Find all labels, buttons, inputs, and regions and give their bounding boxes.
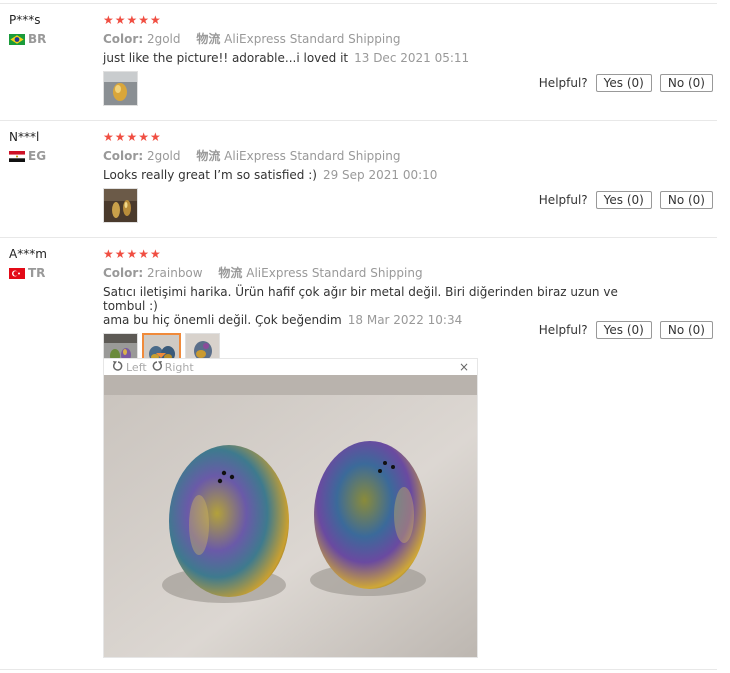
shipping-label: 物流	[218, 266, 243, 280]
helpful-label: Helpful?	[538, 76, 588, 90]
reviewer-name: N***l	[9, 130, 40, 144]
helpful-no-button[interactable]: No (0)	[659, 321, 713, 339]
review-date: 13 Dec 2021 05:11	[354, 51, 470, 65]
review-photo-large	[104, 375, 477, 657]
review-content: ★★★★★ Color: 2gold 物流 AliExpress Standar…	[103, 130, 663, 223]
helpful-controls: Helpful? Yes (0) No (0)	[539, 74, 713, 92]
helpful-controls: Helpful? Yes (0) No (0)	[539, 321, 713, 339]
rotate-right-button[interactable]: Right	[151, 360, 194, 375]
color-label: Color:	[103, 32, 144, 46]
helpful-label: Helpful?	[538, 193, 588, 207]
rotate-left-button[interactable]: Left	[112, 360, 147, 375]
country-code: EG	[28, 149, 47, 163]
review-body: just like the picture!! adorable...i lov…	[103, 51, 349, 65]
color-label: Color:	[103, 266, 144, 280]
review-item: N***l EG ★★★★★ Color: 2gold 物流 AliExpres…	[0, 130, 717, 235]
review-body: Looks really great I’m so satisfied :)	[103, 168, 317, 182]
country-code: BR	[28, 32, 47, 46]
top-divider	[0, 3, 717, 4]
review-text: just like the picture!! adorable...i lov…	[103, 51, 663, 65]
photo-viewer: Left Right ×	[103, 358, 478, 658]
color-value: 2gold	[146, 32, 181, 46]
brazil-flag-icon	[9, 33, 25, 45]
review-photo-thumbnail[interactable]	[103, 71, 138, 106]
helpful-label: Helpful?	[538, 323, 588, 337]
color-value: 2gold	[146, 149, 181, 163]
review-text: Looks really great I’m so satisfied :) 29…	[103, 168, 663, 182]
rating-stars: ★★★★★	[103, 247, 162, 261]
reviewer-name: A***m	[9, 247, 47, 261]
helpful-no-button[interactable]: No (0)	[659, 74, 713, 92]
shipping-value: AliExpress Standard Shipping	[224, 149, 401, 163]
review-item: P***s BR ★★★★★ Color: 2gold 物流 AliExpres…	[0, 13, 717, 118]
egypt-flag-icon	[9, 150, 25, 162]
rotate-right-icon	[151, 360, 163, 375]
bottom-divider	[0, 669, 717, 670]
reviewer-country: TR	[9, 266, 45, 280]
helpful-yes-button[interactable]: Yes (0)	[595, 74, 652, 92]
country-code: TR	[28, 266, 46, 280]
review-photo-thumbnail[interactable]	[103, 188, 138, 223]
color-label: Color:	[103, 149, 144, 163]
shipping-value: AliExpress Standard Shipping	[246, 266, 423, 280]
helpful-yes-button[interactable]: Yes (0)	[595, 191, 652, 209]
rotate-right-label: Right	[164, 360, 194, 374]
viewer-toolbar: Left Right	[104, 359, 477, 375]
close-icon[interactable]: ×	[459, 360, 469, 374]
review-content: ★★★★★ Color: 2gold 物流 AliExpress Standar…	[103, 13, 663, 106]
review-meta: Color: 2gold 物流 AliExpress Standard Ship…	[103, 30, 663, 47]
review-body-line-2: ama bu hiç önemli değil. Çok beğendim	[103, 313, 342, 327]
review-body-line-1: Satıcı iletişimi harika. Ürün hafif çok …	[103, 285, 618, 313]
review-date: 29 Sep 2021 00:10	[322, 168, 438, 182]
rotate-left-label: Left	[126, 360, 147, 374]
reviewer-name: P***s	[9, 13, 41, 27]
helpful-yes-button[interactable]: Yes (0)	[595, 321, 652, 339]
color-value: 2rainbow	[146, 266, 203, 280]
reviewer-country: EG	[9, 149, 46, 163]
rotate-left-icon	[112, 360, 124, 375]
helpful-controls: Helpful? Yes (0) No (0)	[539, 191, 713, 209]
review-meta: Color: 2rainbow 物流 AliExpress Standard S…	[103, 264, 663, 281]
shipping-label: 物流	[196, 149, 221, 163]
review-date: 18 Mar 2022 10:34	[347, 313, 463, 327]
rating-stars: ★★★★★	[103, 13, 162, 27]
rating-stars: ★★★★★	[103, 130, 162, 144]
helpful-no-button[interactable]: No (0)	[659, 191, 713, 209]
review-divider	[0, 120, 717, 121]
turkey-flag-icon	[9, 267, 25, 279]
shipping-label: 物流	[196, 32, 221, 46]
shipping-value: AliExpress Standard Shipping	[224, 32, 401, 46]
reviewer-country: BR	[9, 32, 46, 46]
review-meta: Color: 2gold 物流 AliExpress Standard Ship…	[103, 147, 663, 164]
review-divider	[0, 237, 717, 238]
review-content: ★★★★★ Color: 2rainbow 物流 AliExpress Stan…	[103, 247, 663, 372]
